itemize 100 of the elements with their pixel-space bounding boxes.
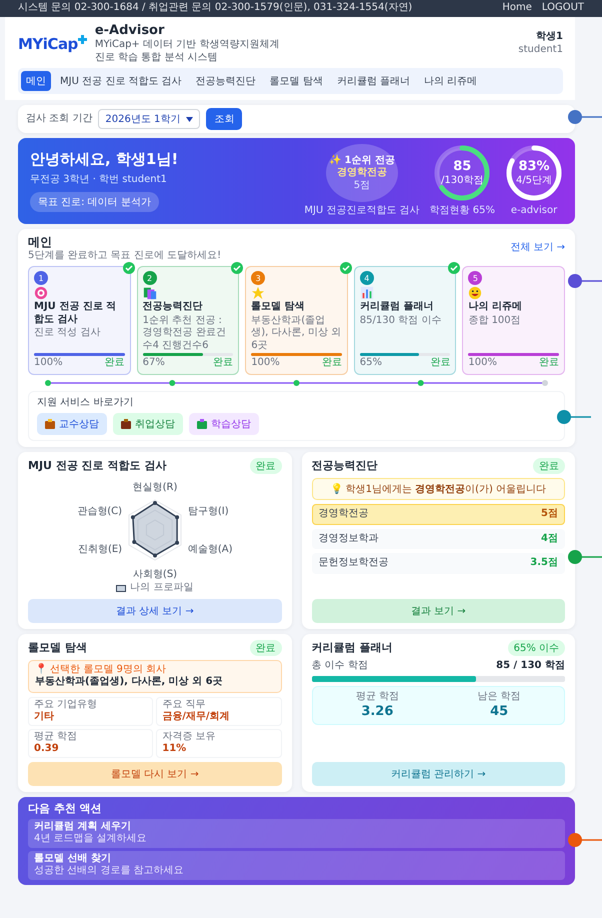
stat-label: 남은 학점 xyxy=(478,691,521,704)
stat-caption: 학점현황 65% xyxy=(430,205,495,218)
step-description: 진로 적성 검사 xyxy=(34,327,102,340)
top-major-score: 5점 xyxy=(354,180,370,192)
user-id: student1 xyxy=(518,44,563,56)
step-title: MJU 전공 진로 적합도 검사 xyxy=(34,301,118,326)
company-summary: 📍 선택한 롤모델 9명의 회사 부동산학과(졸업생), 다사론, 미상 외 6곳 xyxy=(28,660,282,693)
step-status: 완료 xyxy=(213,357,234,370)
status-badge: 완료 xyxy=(250,640,282,656)
support-button[interactable]: 학습상담 xyxy=(189,413,259,436)
stat-value: 3.26 xyxy=(361,704,394,720)
greeting: 안녕하세요, 학생1님! xyxy=(30,150,178,170)
curriculum-button[interactable]: 커리큘럼 관리하기 → xyxy=(312,762,565,786)
step-number: 2 xyxy=(142,271,157,286)
step-card[interactable]: 5 나의 리쥬메 종합 100점 100% 완료 xyxy=(462,266,565,375)
axis-label: 진취형(E) xyxy=(78,544,122,556)
top-major: 경영학전공 xyxy=(336,167,387,180)
logo: MYiCap xyxy=(18,34,87,53)
header-link[interactable]: LOGOUT xyxy=(542,2,584,15)
ring-unit: /130학점 xyxy=(441,175,484,188)
major-score: 4점 xyxy=(541,532,558,546)
step-number: 3 xyxy=(251,271,266,286)
step-percent: 100% xyxy=(251,357,280,370)
detail-button[interactable]: 결과 상세 보기 → xyxy=(28,598,282,623)
view-all-link[interactable]: 전체 보기 → xyxy=(510,242,565,255)
stat-value: 11% xyxy=(162,743,188,756)
card-title: 롤모델 탐색 xyxy=(28,640,87,655)
action-item[interactable]: 롤모델 선배 찾기 성공한 선배의 경로를 참고하세요 xyxy=(28,850,565,880)
card-title: 커리큘럼 플래너 xyxy=(312,640,392,655)
section-title: 메인 xyxy=(28,234,52,250)
result-button[interactable]: 결과 보기 → xyxy=(312,598,565,623)
stat-caption: e-advisor xyxy=(510,205,558,218)
step-status: 완료 xyxy=(538,357,559,370)
step-status: 완료 xyxy=(430,357,450,370)
stat-label: 주요 기업유형 xyxy=(34,698,98,711)
nav-tab[interactable]: 전공능력진단 xyxy=(190,71,261,92)
step-description: 부동산학과(졸업생), 다사론, 미상 외 6곳 xyxy=(251,314,342,352)
ring-value: 83% xyxy=(518,158,550,176)
rolemodel-button[interactable]: 롤모델 다시 보기 → xyxy=(28,762,282,786)
top-major-label: ✨ 1순위 전공 xyxy=(328,154,395,167)
student-info: 무전공 3학년 · 학번 student1 xyxy=(30,174,167,187)
stat-label: 자격증 보유 xyxy=(162,730,216,744)
star-icon xyxy=(251,286,266,300)
stat-value: 0.39 xyxy=(34,743,60,756)
stat-value: 금융/재무/회계 xyxy=(162,711,231,724)
app-subtitle: MYiCap+ 데이터 기반 학생역량지원체계 xyxy=(94,39,280,52)
user-name: 학생1 xyxy=(536,31,563,44)
bar-chart-icon xyxy=(360,286,374,300)
step-status: 완료 xyxy=(322,357,342,370)
ring-unit: 4/5단계 xyxy=(516,175,552,188)
step-title: 나의 리쥬메 xyxy=(468,301,523,314)
step-percent: 67% xyxy=(142,357,165,370)
header-link[interactable]: Home xyxy=(502,2,532,15)
step-title: 롤모델 탐색 xyxy=(251,301,306,314)
nav-tab[interactable]: 메인 xyxy=(21,71,51,92)
semester-select[interactable]: 2026년도 1학기 xyxy=(98,109,200,130)
plus-icon xyxy=(78,34,87,44)
status-badge: 65% 이수 xyxy=(508,640,565,656)
axis-label: 탐구형(I) xyxy=(188,506,228,518)
support-button[interactable]: 교수상담 xyxy=(37,413,107,436)
search-button[interactable]: 조회 xyxy=(206,108,242,130)
step-title: 전공능력진단 xyxy=(142,301,204,314)
axis-label: 현실형(R) xyxy=(132,482,178,494)
caret-icon xyxy=(186,116,194,122)
briefcase-icon xyxy=(121,419,131,430)
nav-tab[interactable]: MJU 전공 진로 적합도 검사 xyxy=(55,71,187,92)
stat-value: 기타 xyxy=(34,711,55,724)
stat-label: 평균 학점 xyxy=(34,730,78,744)
card-title: 전공능력진단 xyxy=(312,459,378,474)
major-name: 문헌정보학전공 xyxy=(318,557,388,570)
axis-label: 관습형(C) xyxy=(77,506,122,518)
axis-label: 예술형(A) xyxy=(188,544,232,556)
major-score: 3.5점 xyxy=(530,557,558,570)
step-description: 1순위 추천 전공 : 경영학전공 완료건 수4 진행건수6 xyxy=(142,314,227,352)
major-score: 5점 xyxy=(541,508,558,521)
stat-label: 주요 직무 xyxy=(162,698,206,711)
nav-tab[interactable]: 커리큘럼 플래너 xyxy=(332,71,415,92)
axis-label: 사회형(S) xyxy=(132,569,177,580)
status-badge: 완료 xyxy=(533,458,565,474)
support-button[interactable]: 취업상담 xyxy=(113,413,183,436)
card-title: MJU 전공 진로 적합도 검사 xyxy=(28,459,166,474)
step-percent: 100% xyxy=(34,357,63,370)
step-title: 커리큘럼 플래너 xyxy=(360,301,434,314)
goal-pill: 목표 진로: 데이터 분석가 xyxy=(30,192,159,212)
step-status: 완료 xyxy=(104,357,125,370)
credit-label: 총 이수 학점 xyxy=(312,660,368,672)
filter-label: 검사 조회 기간 xyxy=(26,113,92,126)
nav-tab[interactable]: 나의 리쥬메 xyxy=(419,71,482,92)
stat-caption: MJU 전공진로적합도 검사 xyxy=(304,205,420,218)
stat-value: 45 xyxy=(490,704,508,720)
step-description: 종합 100점 xyxy=(468,314,522,328)
action-item[interactable]: 커리큘럼 계획 세우기 4년 로드맵을 설계하세요 xyxy=(28,818,565,848)
next-actions-title: 다음 추천 액션 xyxy=(28,802,103,816)
stat-label: 평균 학점 xyxy=(356,691,399,704)
recommendation-notice: 💡 학생1님에게는 경영학전공이(가) 어울립니다 xyxy=(312,478,565,500)
legend-swatch-icon xyxy=(116,585,126,592)
credit-value: 85 / 130 학점 xyxy=(496,660,565,672)
step-number: 1 xyxy=(34,271,48,286)
app-title: e-Advisor xyxy=(94,23,164,39)
nav-tab[interactable]: 롤모델 탐색 xyxy=(264,71,328,92)
